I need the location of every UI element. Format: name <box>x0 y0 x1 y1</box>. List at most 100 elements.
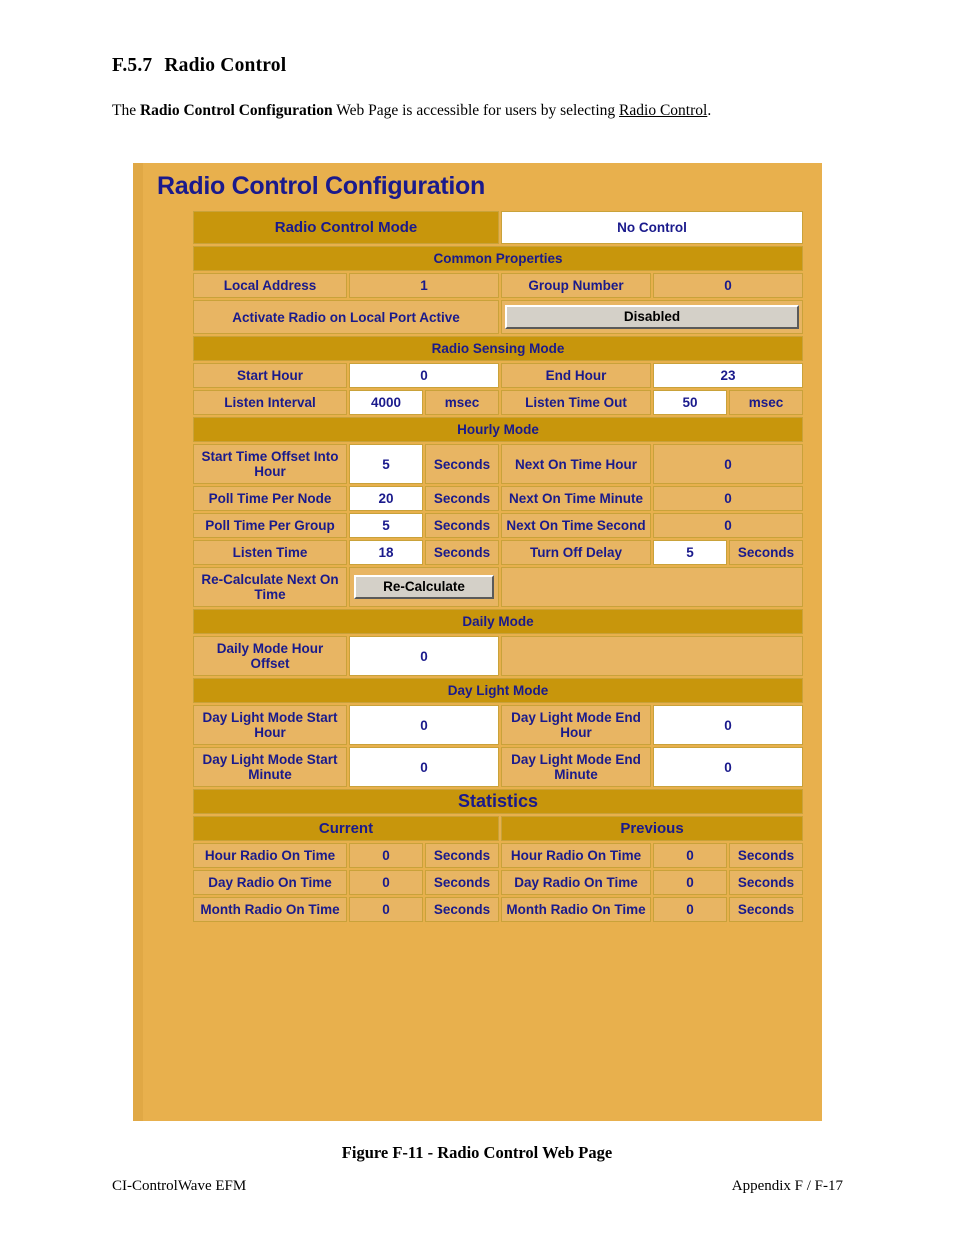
day-light-end-minute-label: Day Light Mode End Minute <box>501 747 651 787</box>
poll-time-per-node-unit: Seconds <box>425 486 499 511</box>
statistics-col-current: Current <box>193 816 499 841</box>
start-time-offset-label: Start Time Offset Into Hour <box>193 444 347 484</box>
table-row-radio-sensing-header: Radio Sensing Mode <box>193 336 803 361</box>
listen-time-input[interactable]: 18 <box>349 540 423 565</box>
footer-left: CI-ControlWave EFM <box>112 1178 247 1194</box>
stat-current-label: Hour Radio On Time <box>193 843 347 868</box>
stat-previous-value: 0 <box>653 843 727 868</box>
day-light-start-hour-input[interactable]: 0 <box>349 705 499 745</box>
daily-mode-hour-offset-input[interactable]: 0 <box>349 636 499 676</box>
stat-previous-label: Month Radio On Time <box>501 897 651 922</box>
footer-right: Appendix F / F-17 <box>731 1178 843 1194</box>
start-time-offset-unit: Seconds <box>425 444 499 484</box>
table-row-common-properties-header: Common Properties <box>193 246 803 271</box>
listen-interval-label: Listen Interval <box>193 390 347 415</box>
radio-control-link[interactable]: Radio Control <box>619 102 707 119</box>
table-row-daily-mode-header: Daily Mode <box>193 609 803 634</box>
poll-time-per-node-input[interactable]: 20 <box>349 486 423 511</box>
table-row-poll-time-per-node: Poll Time Per Node 20 Seconds Next On Ti… <box>193 486 803 511</box>
table-row-day-light-hours: Day Light Mode Start Hour 0 Day Light Mo… <box>193 705 803 745</box>
table-row-start-end-hour: Start Hour 0 End Hour 23 <box>193 363 803 388</box>
listen-time-label: Listen Time <box>193 540 347 565</box>
daily-mode-empty-cell <box>501 636 803 676</box>
listen-time-out-label: Listen Time Out <box>501 390 651 415</box>
local-address-value[interactable]: 1 <box>349 273 499 298</box>
table-row-day-light-mode-header: Day Light Mode <box>193 678 803 703</box>
stat-previous-label: Day Radio On Time <box>501 870 651 895</box>
document-page: F.5.7 Radio Control The Radio Control Con… <box>0 0 954 1235</box>
paragraph-mid: Web Page is accessible for users by sele… <box>332 102 620 119</box>
activate-radio-button-cell: Disabled <box>501 300 803 334</box>
stat-current-label: Month Radio On Time <box>193 897 347 922</box>
statistics-col-previous: Previous <box>501 816 803 841</box>
recalculate-label: Re-Calculate Next On Time <box>193 567 347 607</box>
listen-interval-unit: msec <box>425 390 499 415</box>
table-row-start-time-offset: Start Time Offset Into Hour 5 Seconds Ne… <box>193 444 803 484</box>
local-address-label: Local Address <box>193 273 347 298</box>
turn-off-delay-unit: Seconds <box>729 540 803 565</box>
table-row-poll-time-per-group: Poll Time Per Group 5 Seconds Next On Ti… <box>193 513 803 538</box>
recalculate-button[interactable]: Re-Calculate <box>354 575 494 599</box>
turn-off-delay-input[interactable]: 5 <box>653 540 727 565</box>
day-light-start-minute-input[interactable]: 0 <box>349 747 499 787</box>
poll-time-per-group-input[interactable]: 5 <box>349 513 423 538</box>
stat-current-unit: Seconds <box>425 870 499 895</box>
page-footer: CI-ControlWave EFM Appendix F / F-17 <box>112 1178 843 1195</box>
activate-radio-label: Activate Radio on Local Port Active <box>193 300 499 334</box>
stat-current-value: 0 <box>349 843 423 868</box>
common-properties-header: Common Properties <box>193 246 803 271</box>
hourly-mode-header: Hourly Mode <box>193 417 803 442</box>
section-title: Radio Control <box>164 55 287 76</box>
paragraph-pre: The <box>112 102 140 119</box>
group-number-value[interactable]: 0 <box>653 273 803 298</box>
table-row-local-address: Local Address 1 Group Number 0 <box>193 273 803 298</box>
table-row-activate-radio: Activate Radio on Local Port Active Disa… <box>193 300 803 334</box>
daily-mode-hour-offset-label: Daily Mode Hour Offset <box>193 636 347 676</box>
day-light-end-minute-input[interactable]: 0 <box>653 747 803 787</box>
start-hour-input[interactable]: 0 <box>349 363 499 388</box>
next-on-time-hour-label: Next On Time Hour <box>501 444 651 484</box>
stat-current-value: 0 <box>349 870 423 895</box>
activate-radio-toggle-button[interactable]: Disabled <box>505 305 799 329</box>
table-row-statistics-columns: Current Previous <box>193 816 803 841</box>
day-light-start-hour-label: Day Light Mode Start Hour <box>193 705 347 745</box>
radio-control-mode-label: Radio Control Mode <box>193 211 499 244</box>
poll-time-per-group-unit: Seconds <box>425 513 499 538</box>
table-row-radio-control-mode: Radio Control Mode No Control <box>193 211 803 244</box>
start-time-offset-input[interactable]: 5 <box>349 444 423 484</box>
listen-interval-input[interactable]: 4000 <box>349 390 423 415</box>
intro-paragraph: The Radio Control Configuration Web Page… <box>112 100 843 121</box>
next-on-time-minute-value: 0 <box>653 486 803 511</box>
statistics-header: Statistics <box>193 789 803 814</box>
poll-time-per-group-label: Poll Time Per Group <box>193 513 347 538</box>
day-light-end-hour-label: Day Light Mode End Hour <box>501 705 651 745</box>
table-row-hourly-mode-header: Hourly Mode <box>193 417 803 442</box>
end-hour-input[interactable]: 23 <box>653 363 803 388</box>
table-row-statistics-header: Statistics <box>193 789 803 814</box>
screenshot-left-band <box>133 163 143 1121</box>
next-on-time-second-label: Next On Time Second <box>501 513 651 538</box>
stat-current-value: 0 <box>349 897 423 922</box>
turn-off-delay-label: Turn Off Delay <box>501 540 651 565</box>
listen-time-out-input[interactable]: 50 <box>653 390 727 415</box>
radio-sensing-mode-header: Radio Sensing Mode <box>193 336 803 361</box>
day-light-end-hour-input[interactable]: 0 <box>653 705 803 745</box>
paragraph-bold-term: Radio Control Configuration <box>139 102 333 119</box>
next-on-time-hour-value: 0 <box>653 444 803 484</box>
section-number: F.5.7 <box>112 55 153 76</box>
start-hour-label: Start Hour <box>193 363 347 388</box>
table-row-listen-interval: Listen Interval 4000 msec Listen Time Ou… <box>193 390 803 415</box>
stat-previous-value: 0 <box>653 897 727 922</box>
figure-caption: Figure F-11 - Radio Control Web Page <box>341 1143 613 1162</box>
radio-control-mode-value[interactable]: No Control <box>501 211 803 244</box>
listen-time-out-unit: msec <box>729 390 803 415</box>
next-on-time-second-value: 0 <box>653 513 803 538</box>
table-row-recalculate: Re-Calculate Next On Time Re-Calculate <box>193 567 803 607</box>
recalculate-empty-cell <box>501 567 803 607</box>
table-row-day-light-minutes: Day Light Mode Start Minute 0 Day Light … <box>193 747 803 787</box>
table-row: Day Radio On Time 0 Seconds Day Radio On… <box>193 870 803 895</box>
section-heading: F.5.7 Radio Control <box>112 55 286 77</box>
stat-current-unit: Seconds <box>425 897 499 922</box>
daily-mode-header: Daily Mode <box>193 609 803 634</box>
stat-current-unit: Seconds <box>425 843 499 868</box>
